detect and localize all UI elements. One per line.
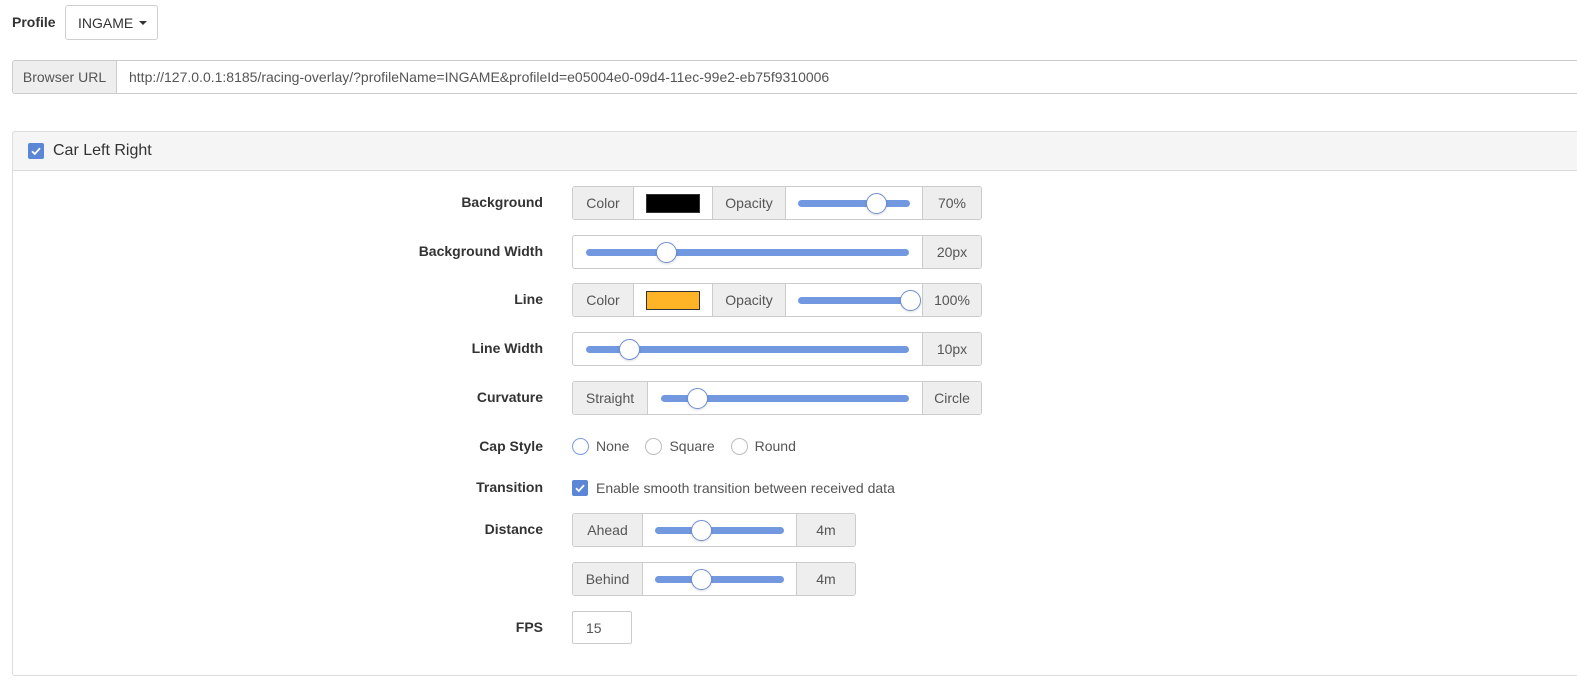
background-label: Background [461,194,543,210]
slider-thumb[interactable] [619,338,641,360]
background-width-label: Background Width [418,243,543,259]
curvature-max-label: Circle [922,382,981,414]
line-opacity-value: 100% [922,284,981,316]
background-width-slider[interactable] [573,236,922,268]
line-group: Color Opacity 100% [572,283,982,317]
distance-ahead-slider[interactable] [643,514,796,546]
curvature-min-label: Straight [573,382,648,414]
cap-style-radio-square[interactable] [645,437,663,455]
background-opacity-slider[interactable] [786,187,922,219]
background-opacity-value: 70% [922,187,981,219]
curvature-label: Curvature [476,389,543,405]
slider-thumb[interactable] [690,519,712,541]
line-width-group: 10px [572,332,982,366]
cap-style-radio-round[interactable] [730,437,748,455]
line-width-label: Line Width [471,340,543,356]
line-color-swatch[interactable] [646,290,700,310]
background-width-value: 20px [922,236,981,268]
slider-thumb[interactable] [690,568,712,590]
distance-ahead-label: Ahead [573,514,643,546]
distance-ahead-value: 4m [796,514,855,546]
slider-track [798,199,910,207]
line-width-slider[interactable] [573,333,922,365]
slider-track [655,575,784,583]
transition-row: Enable smooth transition between receive… [572,478,895,498]
transition-checkbox-label: Enable smooth transition between receive… [596,480,895,496]
background-opacity-label: Opacity [713,187,786,219]
background-group: Color Opacity 70% [572,186,982,220]
browser-url-input[interactable]: http://127.0.0.1:8185/racing-overlay/?pr… [116,60,1577,94]
browser-url-label: Browser URL [12,60,117,94]
line-label: Line [514,291,543,307]
distance-behind-label: Behind [573,563,643,595]
background-color-picker[interactable] [634,187,713,219]
cap-style-radio-none[interactable] [572,437,589,455]
line-width-value: 10px [922,333,981,365]
slider-thumb[interactable] [865,192,887,214]
line-opacity-label: Opacity [713,284,786,316]
slider-thumb[interactable] [899,289,921,311]
profile-label: Profile [12,14,56,30]
slider-track [798,296,910,304]
transition-label: Transition [476,479,543,495]
cap-style-radio-group: None Square Round [572,436,812,456]
caret-down-icon [139,20,148,25]
panel-enable-checkbox[interactable] [28,143,44,159]
curvature-slider[interactable] [648,382,922,414]
distance-behind-group: Behind 4m [572,562,856,596]
slider-thumb[interactable] [686,387,708,409]
distance-label: Distance [484,521,543,537]
line-opacity-slider[interactable] [786,284,922,316]
fps-input[interactable]: 15 [572,611,632,644]
distance-behind-slider[interactable] [643,563,796,595]
cap-style-option-label: Round [754,438,796,454]
line-color-label: Color [573,284,634,316]
line-color-picker[interactable] [634,284,713,316]
profile-dropdown[interactable]: INGAME [65,5,158,40]
background-width-group: 20px [572,235,982,269]
panel-title: Car Left Right [53,142,152,159]
distance-ahead-group: Ahead 4m [572,513,856,547]
cap-style-option-label: None [596,438,630,454]
slider-track [655,526,784,534]
slider-thumb[interactable] [656,241,678,263]
curvature-group: Straight Circle [572,381,982,415]
distance-behind-value: 4m [796,563,855,595]
cap-style-option-label: Square [669,438,715,454]
background-color-label: Color [573,187,634,219]
checkmark-icon [575,484,585,493]
panel-header: Car Left Right [12,131,1577,171]
fps-label: FPS [515,619,543,635]
cap-style-label: Cap Style [479,438,543,454]
transition-checkbox[interactable] [572,480,588,496]
background-color-swatch[interactable] [646,193,700,213]
slider-track [586,248,909,256]
checkmark-icon [31,147,41,156]
profile-dropdown-value: INGAME [78,14,134,31]
